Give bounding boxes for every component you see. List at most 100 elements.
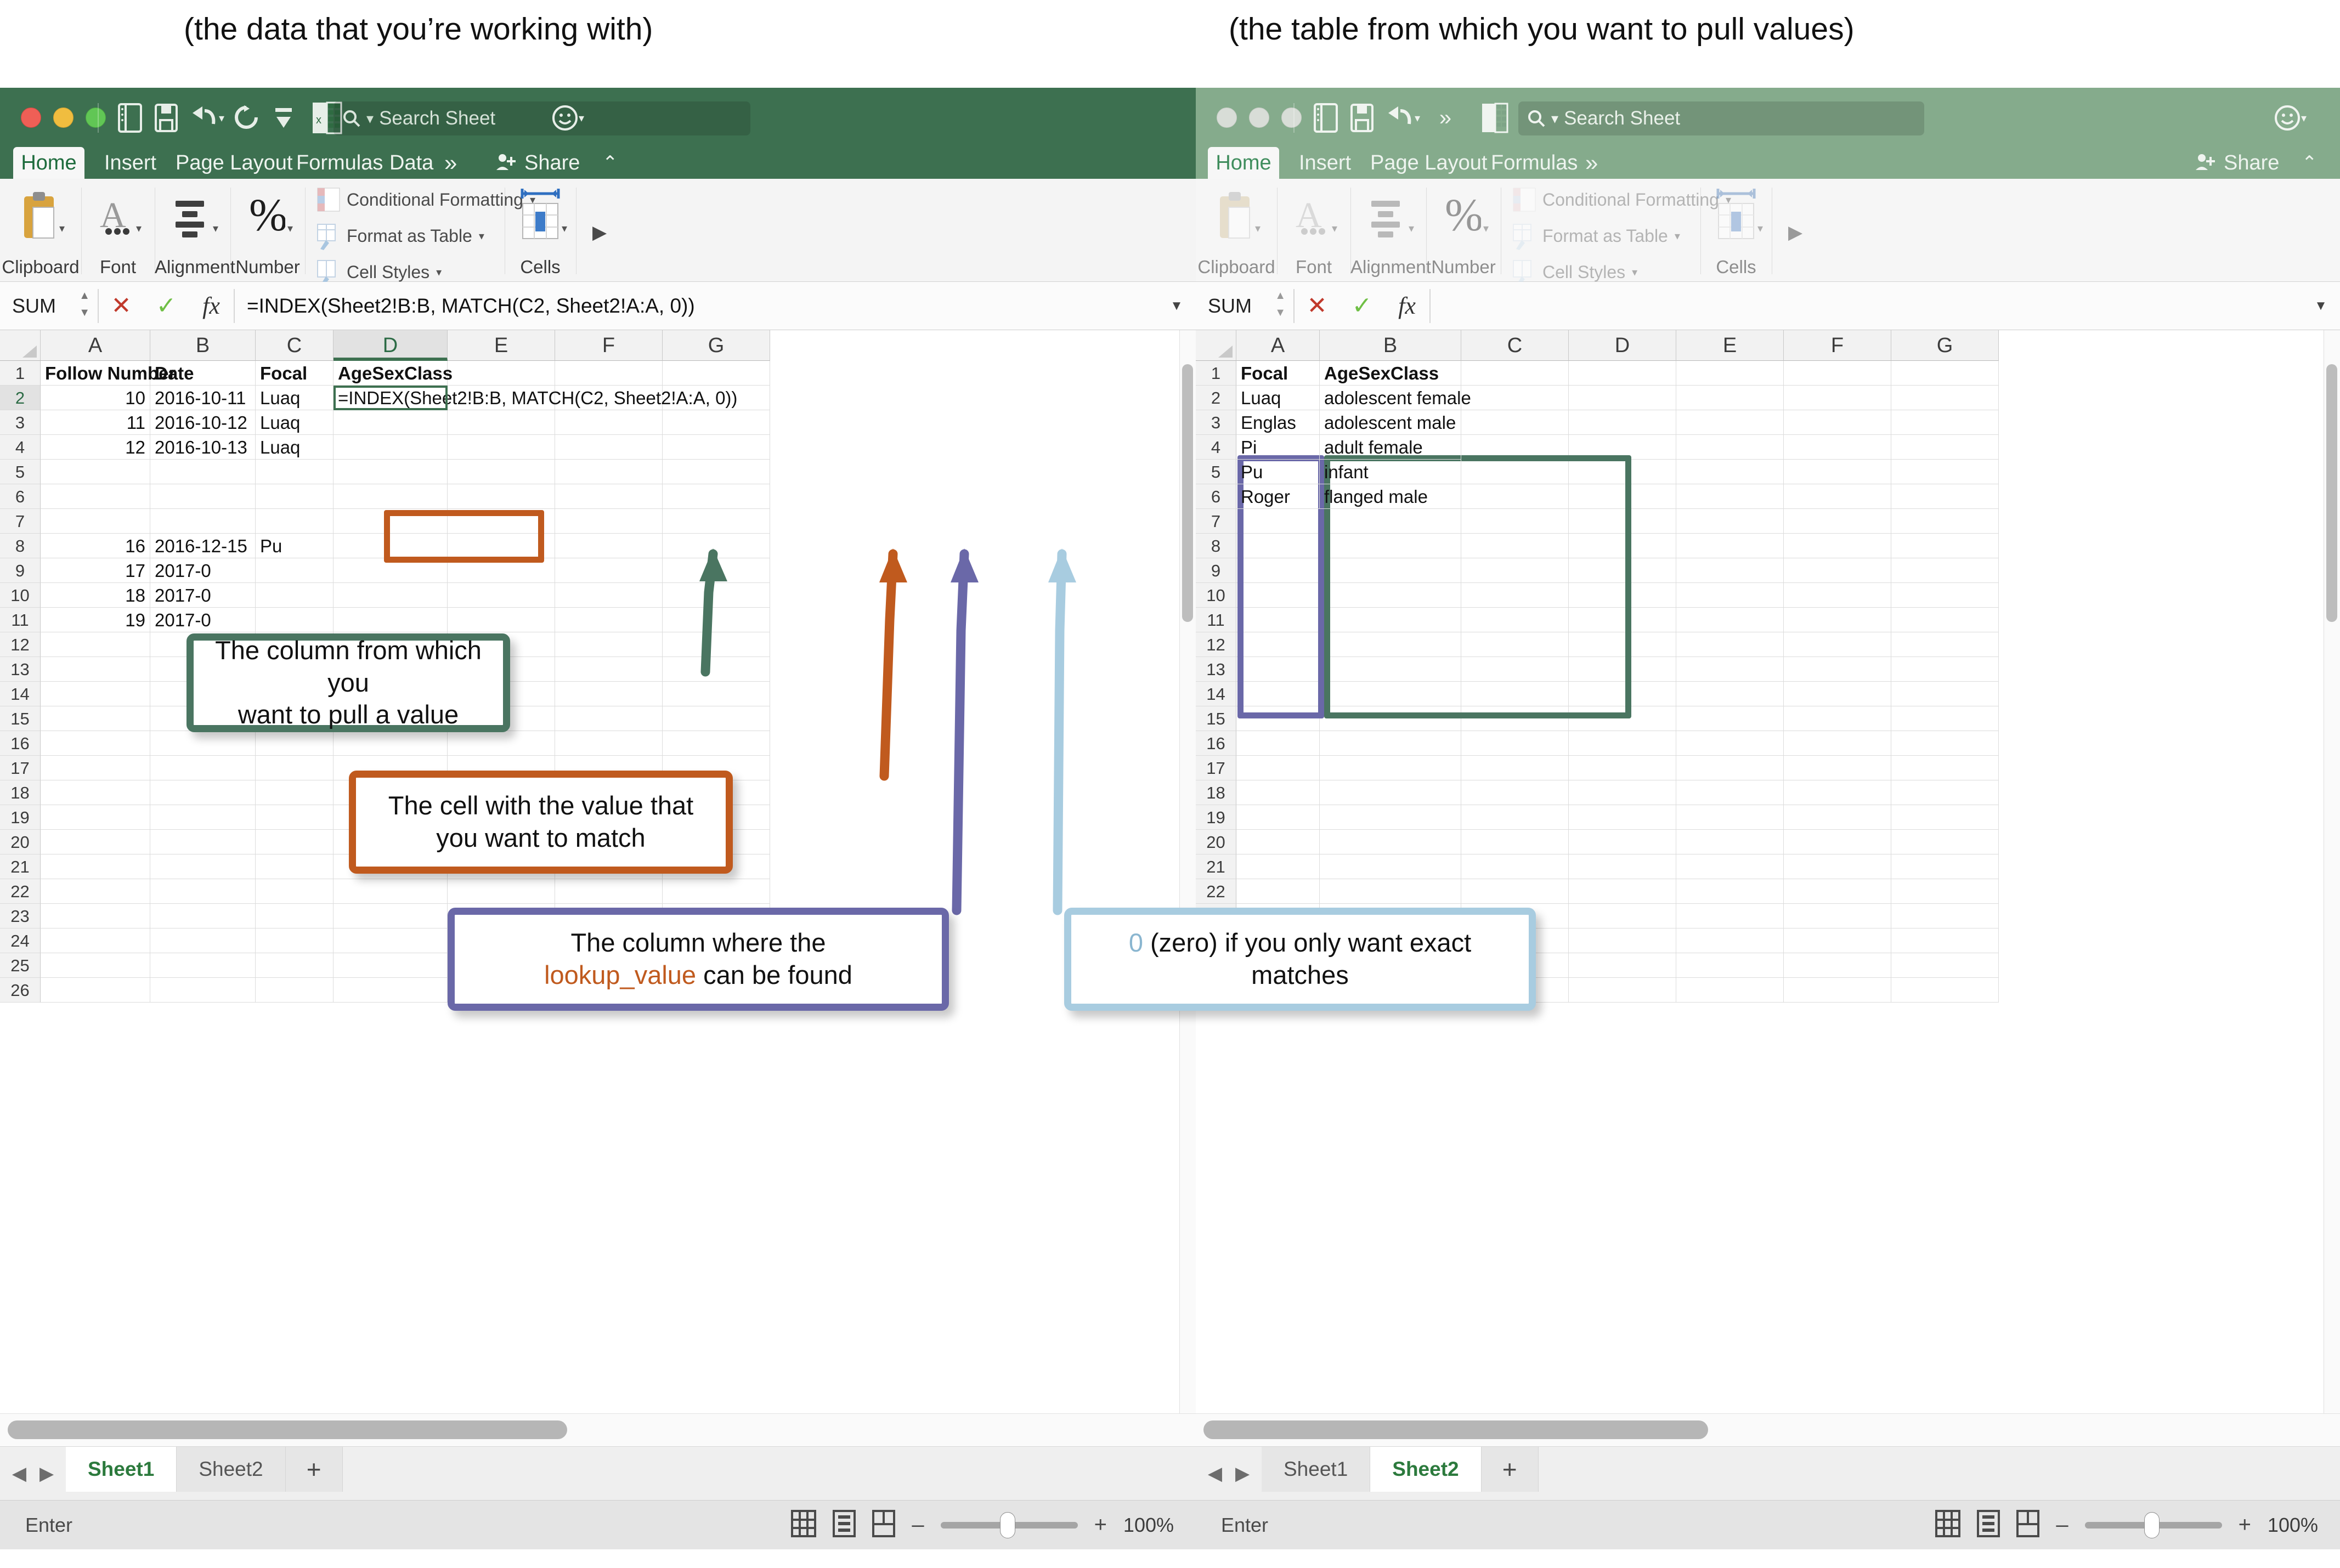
- row-header-7[interactable]: 7: [0, 509, 41, 534]
- cell-E20[interactable]: [1676, 830, 1784, 854]
- cell-E25[interactable]: [1676, 953, 1784, 978]
- insert-function-button[interactable]: fx: [1384, 292, 1429, 320]
- cell-D14[interactable]: [1569, 682, 1676, 706]
- cell-D26[interactable]: [334, 978, 448, 1003]
- cell-F14[interactable]: [555, 682, 663, 706]
- row-header-23[interactable]: 23: [0, 904, 41, 929]
- cell-styles-button[interactable]: Cell Styles ▾: [1513, 260, 1637, 286]
- cell-G25[interactable]: [1891, 953, 1999, 978]
- cell-value-B3[interactable]: 2016-10-12: [150, 410, 256, 435]
- cell-value-B5[interactable]: infant: [1320, 460, 1461, 484]
- cell-F23[interactable]: [1784, 904, 1891, 929]
- cell-E6[interactable]: [448, 484, 555, 509]
- maximize-icon[interactable]: [86, 107, 106, 128]
- conditional-formatting-button[interactable]: Conditional Formatting ▾: [317, 188, 535, 212]
- cell-C6[interactable]: [1461, 484, 1569, 509]
- chevron-down-icon[interactable]: ▾: [1757, 222, 1763, 235]
- cell-value-A2[interactable]: 10: [41, 386, 150, 410]
- cell-value-A3[interactable]: Englas: [1236, 410, 1320, 435]
- zoom-slider-knob[interactable]: [2144, 1512, 2160, 1538]
- cell-A12[interactable]: [1236, 632, 1320, 657]
- cell-C13[interactable]: [1461, 657, 1569, 682]
- cell-value-B6[interactable]: flanged male: [1320, 484, 1461, 509]
- cell-C10[interactable]: [256, 583, 334, 608]
- cell-F22[interactable]: [555, 879, 663, 904]
- format-as-table-button[interactable]: Format as Table ▾: [1513, 224, 1680, 250]
- cell-E15[interactable]: [1676, 706, 1784, 731]
- tab-overflow-chevrons[interactable]: »: [1574, 147, 1609, 179]
- cell-F16[interactable]: [555, 731, 663, 756]
- cell-B5[interactable]: [150, 460, 256, 484]
- cell-B22[interactable]: [1320, 879, 1461, 904]
- chevron-down-icon[interactable]: ▾: [562, 222, 567, 235]
- cell-B17[interactable]: [150, 756, 256, 780]
- cell-value-D2[interactable]: =INDEX(Sheet2!B:B, MATCH(C2, Sheet2!A:A,…: [334, 386, 742, 410]
- cell-E3[interactable]: [1676, 410, 1784, 435]
- cell-F26[interactable]: [1784, 978, 1891, 1003]
- cancel-formula-button[interactable]: ✕: [99, 292, 144, 320]
- cell-E22[interactable]: [448, 879, 555, 904]
- cell-B23[interactable]: [150, 904, 256, 929]
- insert-function-button[interactable]: fx: [189, 292, 234, 320]
- cell-A15[interactable]: [41, 706, 150, 731]
- row-header-1[interactable]: 1: [0, 361, 41, 386]
- row-header-20[interactable]: 20: [0, 830, 41, 854]
- cell-B20[interactable]: [150, 830, 256, 854]
- cell-F9[interactable]: [1784, 558, 1891, 583]
- ribbon-overflow-right-arrow[interactable]: ▶: [1788, 222, 1802, 244]
- cell-B6[interactable]: [150, 484, 256, 509]
- cell-A25[interactable]: [41, 953, 150, 978]
- autosum-icon[interactable]: [267, 102, 301, 134]
- cell-G14[interactable]: [663, 682, 770, 706]
- cell-E19[interactable]: [1676, 805, 1784, 830]
- cell-A12[interactable]: [41, 632, 150, 657]
- tab-home[interactable]: Home: [1208, 147, 1279, 179]
- percent-icon[interactable]: %: [249, 190, 287, 243]
- window-traffic-lights[interactable]: [1217, 107, 1302, 128]
- close-icon[interactable]: [1217, 107, 1237, 128]
- ribbon-overflow-right-arrow[interactable]: ▶: [592, 222, 607, 244]
- scroll-thumb[interactable]: [1203, 1420, 1708, 1439]
- font-icon[interactable]: A: [98, 193, 137, 242]
- cell-E16[interactable]: [1676, 731, 1784, 756]
- cell-C6[interactable]: [256, 484, 334, 509]
- cell-D18[interactable]: [1569, 780, 1676, 805]
- undo-icon[interactable]: ▾: [184, 102, 228, 134]
- search-input[interactable]: ▾ Search Sheet: [334, 101, 750, 135]
- cell-A16[interactable]: [41, 731, 150, 756]
- cell-C23[interactable]: [256, 904, 334, 929]
- cell-G9[interactable]: [1891, 558, 1999, 583]
- cell-A13[interactable]: [41, 657, 150, 682]
- cell-G6[interactable]: [1891, 484, 1999, 509]
- cell-A19[interactable]: [41, 805, 150, 830]
- row-header-13[interactable]: 13: [1196, 657, 1236, 682]
- cell-styles-button[interactable]: Cell Styles ▾: [317, 260, 442, 286]
- cell-E9[interactable]: [1676, 558, 1784, 583]
- vertical-scrollbar-right[interactable]: [2324, 330, 2340, 1413]
- cell-F2[interactable]: [1784, 386, 1891, 410]
- cell-G22[interactable]: [663, 879, 770, 904]
- cell-E26[interactable]: [1676, 978, 1784, 1003]
- undo-icon[interactable]: ▾: [1380, 102, 1424, 134]
- cell-C5[interactable]: [1461, 460, 1569, 484]
- cell-F11[interactable]: [1784, 608, 1891, 632]
- row-header-6[interactable]: 6: [1196, 484, 1236, 509]
- cell-value-A10[interactable]: 18: [41, 583, 150, 608]
- cell-value-A2[interactable]: Luaq: [1236, 386, 1320, 410]
- clipboard-icon[interactable]: [21, 191, 57, 244]
- cell-B17[interactable]: [1320, 756, 1461, 780]
- cell-E10[interactable]: [1676, 583, 1784, 608]
- cell-value-A8[interactable]: 16: [41, 534, 150, 558]
- zoom-out-button[interactable]: –: [912, 1513, 924, 1537]
- sheet-tab-sheet1[interactable]: Sheet1: [1262, 1447, 1371, 1492]
- zoom-slider-knob[interactable]: [999, 1512, 1015, 1538]
- cell-E16[interactable]: [448, 731, 555, 756]
- chevron-down-icon[interactable]: ▾: [1255, 222, 1261, 235]
- cell-E1[interactable]: [448, 361, 555, 386]
- cell-value-B8[interactable]: 2016-12-15: [150, 534, 256, 558]
- sheet-tab-sheet2[interactable]: Sheet2: [177, 1447, 286, 1492]
- column-header-e[interactable]: E: [448, 330, 555, 361]
- tab-page-layout[interactable]: Page Layout: [1359, 147, 1498, 179]
- cell-B16[interactable]: [1320, 731, 1461, 756]
- cell-F1[interactable]: [1784, 361, 1891, 386]
